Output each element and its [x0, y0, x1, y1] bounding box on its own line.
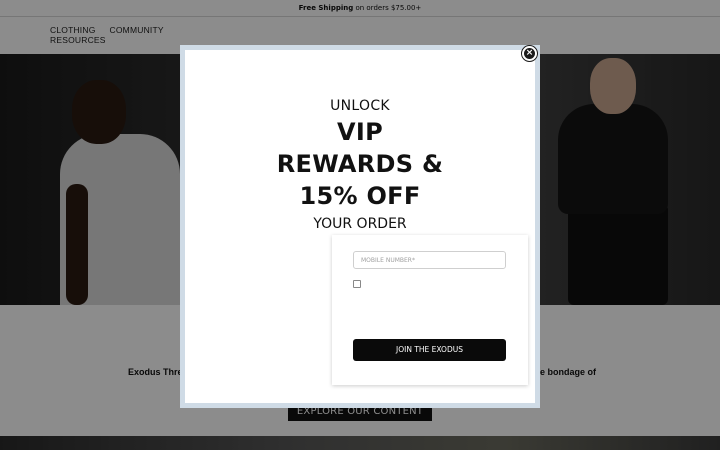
- popup-vip-text: VIP: [337, 118, 383, 146]
- popup-rewards-text: REWARDS &: [276, 150, 444, 178]
- signup-form: JOIN THE EXODUS: [332, 235, 528, 385]
- mobile-number-input[interactable]: [353, 251, 506, 269]
- join-exodus-button[interactable]: JOIN THE EXODUS: [353, 339, 506, 361]
- popup-unlock-text: UNLOCK: [330, 98, 390, 114]
- close-icon[interactable]: ×: [522, 46, 537, 61]
- consent-checkbox[interactable]: [353, 280, 361, 288]
- popup-order-text: YOUR ORDER: [313, 216, 407, 232]
- popup-discount-text: 15% OFF: [299, 182, 421, 210]
- signup-modal: UNLOCK VIP REWARDS & 15% OFF YOUR ORDER …: [185, 50, 535, 403]
- signup-modal-frame: UNLOCK VIP REWARDS & 15% OFF YOUR ORDER …: [180, 45, 540, 408]
